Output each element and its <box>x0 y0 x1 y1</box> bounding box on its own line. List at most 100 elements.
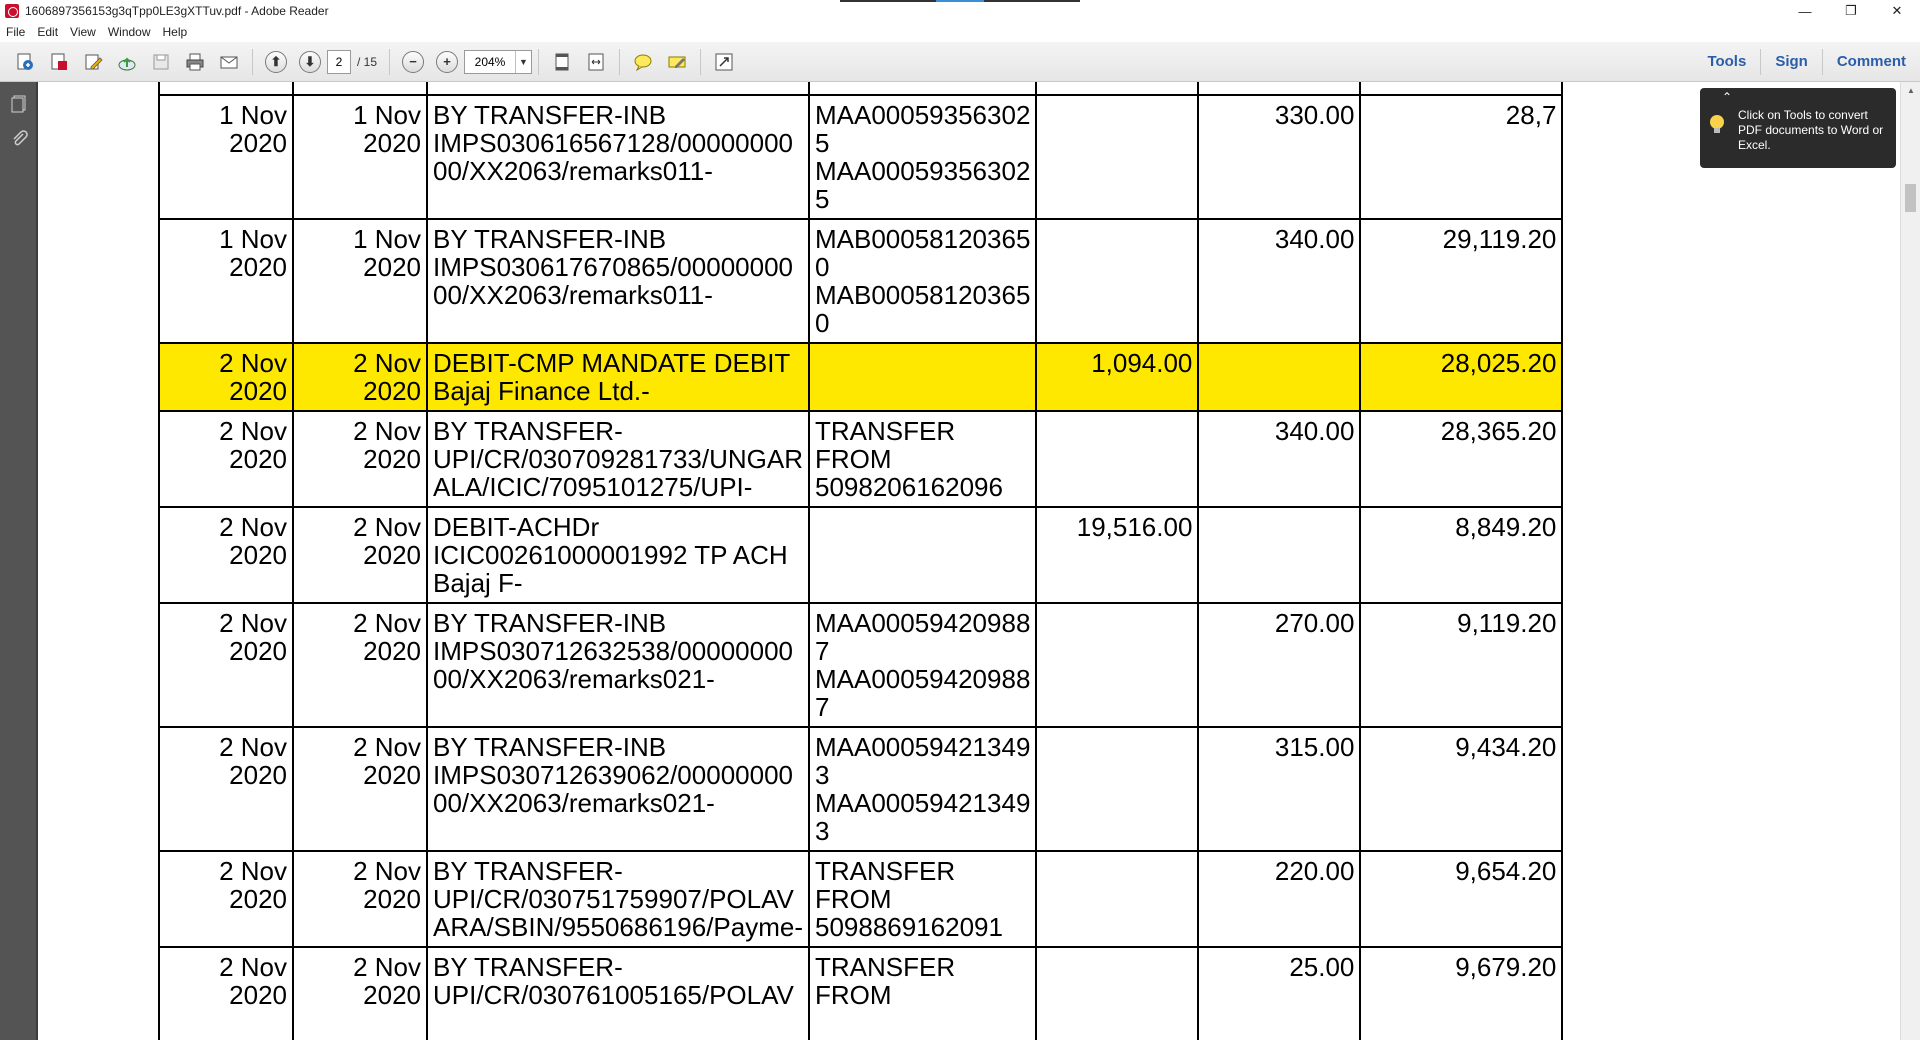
edit-pdf-icon <box>85 54 103 69</box>
save-icon <box>153 54 169 69</box>
menu-file[interactable]: File <box>0 22 31 42</box>
cell-debit <box>1035 946 1200 1040</box>
cell-txn-date: 2 Nov 2020 <box>158 342 294 412</box>
task-pane-links: Tools Sign Comment <box>1693 42 1920 82</box>
restore-button[interactable]: ❐ <box>1828 0 1874 22</box>
cell-reference: MAA00059421349 3 MAA00059421349 3 <box>807 726 1038 852</box>
table-row: 2 Nov 2020 2 Nov 2020 DEBIT-CMP MANDATE DE… <box>158 342 1564 412</box>
cell-value-date: 2 Nov 2020 <box>292 850 428 948</box>
create-pdf-button[interactable] <box>10 47 40 77</box>
scroll-up-icon[interactable]: ▲ <box>1901 82 1920 99</box>
page-thumbnails-icon[interactable] <box>7 92 31 116</box>
highlight-button[interactable] <box>662 47 692 77</box>
edit-pdf-button[interactable] <box>78 47 108 77</box>
document-view[interactable]: 71 Nov 20201 Nov 2020BY TRANSFER-INB IMP… <box>40 82 1900 1040</box>
bank-statement-table: 71 Nov 20201 Nov 2020BY TRANSFER-INB IMP… <box>158 82 1564 1040</box>
cell-description: BY TRANSFER- UPI/CR/030709281733/UNGAR A… <box>426 410 810 508</box>
next-page-button[interactable]: ⬇ <box>295 47 325 77</box>
cell-description: BY TRANSFER-INB IMPS030617670865/0000000… <box>426 218 810 344</box>
plus-icon: + <box>436 50 459 73</box>
print-button[interactable] <box>180 47 210 77</box>
cell-value-date: 2 Nov 2020 <box>292 506 428 604</box>
close-button[interactable]: ✕ <box>1874 0 1920 22</box>
cell-credit: 315.00 <box>1197 726 1362 852</box>
cell-balance: 29,119.20 <box>1359 218 1564 344</box>
navigation-pane <box>0 82 38 1040</box>
toolbar-separator <box>700 48 702 75</box>
table-row: 2 Nov 2020 2 Nov 2020 BY TRANSFER- UPI/CR/… <box>158 410 1564 508</box>
cell-debit: 1,094.00 <box>1035 342 1200 412</box>
cell-txn-date: 2 Nov 2020 <box>158 410 294 508</box>
zoom-value: 204% <box>474 54 506 69</box>
table-row: 1 Nov 2020 1 Nov 2020 BY TRANSFER-INB IMPS… <box>158 218 1564 344</box>
cell-description: DEBIT-ACHDr ICIC00261000001992 TP ACH Ba… <box>426 506 810 604</box>
minus-icon: − <box>402 50 425 73</box>
zoom-in-button[interactable]: + <box>432 47 462 77</box>
cell-value-date <box>292 82 428 96</box>
full-screen-button[interactable] <box>709 47 739 77</box>
cell-value-date: 2 Nov 2020 <box>292 602 428 728</box>
cell-reference: 7 <box>807 82 1038 96</box>
cell-description: DEBIT-CMP MANDATE DEBIT Bajaj Finance Lt… <box>426 342 810 412</box>
cell-description <box>426 82 810 96</box>
expand-icon <box>715 53 733 70</box>
upload-cloud-button[interactable] <box>112 47 142 77</box>
cell-credit <box>1197 506 1362 604</box>
zoom-out-button[interactable]: − <box>398 47 428 77</box>
page-number-input[interactable]: 2 <box>327 49 351 74</box>
cell-reference <box>807 506 1038 604</box>
cell-debit <box>1035 850 1200 948</box>
cell-credit: 220.00 <box>1197 850 1362 948</box>
attachments-icon[interactable] <box>7 126 31 150</box>
cell-balance: 28,7 <box>1359 94 1564 220</box>
toolbar-separator <box>389 48 391 75</box>
export-pdf-icon <box>51 53 67 70</box>
minimize-button[interactable]: — <box>1782 0 1828 22</box>
save-button[interactable] <box>146 47 176 77</box>
cell-txn-date: 2 Nov 2020 <box>158 850 294 948</box>
previous-page-button[interactable]: ⬆ <box>261 47 291 77</box>
cell-balance: 9,119.20 <box>1359 602 1564 728</box>
arrow-up-icon: ⬆ <box>265 50 287 73</box>
menu-view[interactable]: View <box>64 22 102 42</box>
window-controls: — ❐ ✕ <box>1782 0 1920 22</box>
toolbar-separator <box>619 48 621 75</box>
scroll-thumb[interactable] <box>1905 184 1916 212</box>
cell-debit <box>1035 218 1200 344</box>
toolbar-separator <box>538 48 540 75</box>
export-pdf-button[interactable] <box>44 47 74 77</box>
chevron-up-icon[interactable]: ⌃ <box>1722 90 1732 104</box>
cell-txn-date: 2 Nov 2020 <box>158 726 294 852</box>
tab-indicator-active <box>936 0 984 2</box>
cell-reference: TRANSFER FROM <box>807 946 1038 1040</box>
cell-description: BY TRANSFER-INB IMPS030712632538/0000000… <box>426 602 810 728</box>
cell-credit: 330.00 <box>1197 94 1362 220</box>
cell-description: BY TRANSFER- UPI/CR/030751759907/POLAV A… <box>426 850 810 948</box>
menu-edit[interactable]: Edit <box>31 22 64 42</box>
cell-value-date: 1 Nov 2020 <box>292 94 428 220</box>
fit-width-button[interactable] <box>581 47 611 77</box>
menu-help[interactable]: Help <box>157 22 194 42</box>
cell-debit <box>1035 82 1200 96</box>
cloud-upload-icon <box>118 57 136 70</box>
cell-reference: MAB00058120365 0 MAB00058120365 0 <box>807 218 1038 344</box>
cell-txn-date: 1 Nov 2020 <box>158 218 294 344</box>
add-comment-button[interactable] <box>628 47 658 77</box>
menu-window[interactable]: Window <box>102 22 157 42</box>
cell-reference: TRANSFER FROM 5098869162091 <box>807 850 1038 948</box>
fit-page-button[interactable] <box>547 47 577 77</box>
cell-value-date: 2 Nov 2020 <box>292 410 428 508</box>
vertical-scrollbar[interactable]: ▲ <box>1900 82 1920 1040</box>
cell-debit <box>1035 410 1200 508</box>
tools-link[interactable]: Tools <box>1693 48 1760 76</box>
email-button[interactable] <box>214 47 244 77</box>
cell-debit <box>1035 602 1200 728</box>
adobe-reader-icon <box>5 4 19 18</box>
chevron-down-icon[interactable]: ▼ <box>515 50 531 73</box>
cell-description: BY TRANSFER-INB IMPS030616567128/0000000… <box>426 94 810 220</box>
comment-link[interactable]: Comment <box>1823 48 1920 76</box>
toolbar-separator <box>252 48 253 75</box>
zoom-select[interactable]: 204% ▼ <box>464 49 533 74</box>
sign-link[interactable]: Sign <box>1761 48 1822 76</box>
cell-balance: 9,679.20 <box>1359 946 1564 1040</box>
